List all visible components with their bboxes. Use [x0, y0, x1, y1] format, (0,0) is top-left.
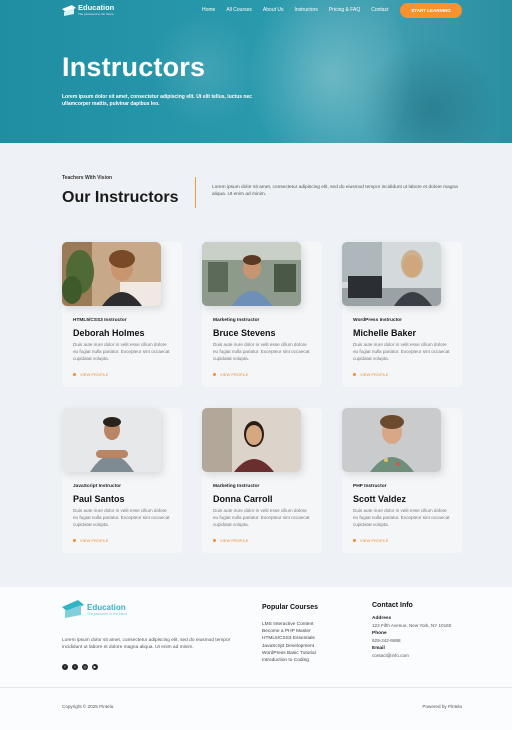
instructor-photo: [202, 408, 301, 472]
bullet-icon: [353, 539, 356, 542]
instructor-role: Marketing Instructor: [213, 318, 260, 323]
footer-brand-tagline: The password to the future: [87, 611, 128, 616]
course-link[interactable]: Become a PHP Master: [262, 628, 316, 635]
hero-banner: Education The password to the future Hom…: [0, 0, 512, 143]
instructor-bio: Duis aute irure dolor in velit esse cill…: [73, 342, 170, 361]
instructor-card: Marketing Instructor Bruce Stevens Duis …: [202, 242, 322, 387]
instagram-icon[interactable]: ◎: [82, 664, 88, 670]
site-footer: Education The password to the future Lor…: [0, 587, 512, 730]
nav-link-contact[interactable]: Contact: [371, 7, 388, 13]
course-link[interactable]: JavaScript Development: [262, 643, 316, 650]
page-title: Instructors: [62, 52, 206, 82]
view-profile-label: VIEW PROFILE: [220, 538, 249, 543]
phone-value[interactable]: 929-242-6868: [372, 638, 451, 645]
course-link[interactable]: HTML5/CSS3 Essentials: [262, 635, 316, 642]
popular-courses-title: Popular Courses: [262, 604, 319, 611]
nav-link-home[interactable]: Home: [202, 7, 215, 13]
view-profile-link[interactable]: VIEW PROFILE: [213, 372, 248, 377]
instructor-name: Donna Carroll: [213, 494, 273, 504]
section-description: Lorem ipsum dolor sit amet, consectetur …: [212, 185, 458, 197]
brand-name: Education: [78, 3, 115, 12]
top-nav: Education The password to the future Hom…: [0, 0, 512, 22]
view-profile-link[interactable]: VIEW PROFILE: [73, 372, 108, 377]
divider-line: [195, 177, 196, 208]
view-profile-link[interactable]: VIEW PROFILE: [353, 372, 388, 377]
instructor-card: WordPress Instructor Michelle Baker Duis…: [342, 242, 462, 387]
bullet-icon: [213, 373, 216, 376]
instructor-photo: [342, 242, 441, 306]
view-profile-label: VIEW PROFILE: [80, 538, 109, 543]
section-kicker: Teachers With Vision: [62, 175, 113, 181]
logo-mark-icon: [62, 600, 84, 618]
instructor-bio: Duis aute irure dolor in velit esse cill…: [213, 342, 310, 361]
site-logo[interactable]: Education The password to the future: [62, 4, 114, 16]
view-profile-link[interactable]: VIEW PROFILE: [213, 538, 248, 543]
instructor-photo: [202, 242, 301, 306]
course-link[interactable]: WordPress Basic Tutorial: [262, 650, 316, 657]
bullet-icon: [73, 539, 76, 542]
instructor-bio: Duis aute irure dolor in velit esse cill…: [73, 508, 170, 527]
section-title: Our Instructors: [62, 189, 179, 206]
instructor-card: JavaScript Instructor Paul Santos Duis a…: [62, 408, 182, 553]
nav-link-all-courses[interactable]: All Courses: [226, 7, 252, 13]
instructor-card: PHP Instructor Scott Valdez Duis aute ir…: [342, 408, 462, 553]
instructor-role: Marketing Instructor: [213, 484, 260, 489]
view-profile-label: VIEW PROFILE: [360, 538, 389, 543]
nav-link-about-us[interactable]: About Us: [263, 7, 284, 13]
instructor-name: Deborah Holmes: [73, 328, 145, 338]
footer-description: Lorem ipsum dolor sit amet, consectetur …: [62, 638, 231, 650]
view-profile-link[interactable]: VIEW PROFILE: [73, 538, 108, 543]
footer-logo[interactable]: Education The password to the future: [62, 600, 127, 618]
bullet-icon: [73, 373, 76, 376]
contact-info: Address 123 Fifth Avenue, New York, NY 1…: [372, 616, 451, 661]
instructor-photo: [62, 408, 161, 472]
instructor-name: Paul Santos: [73, 494, 125, 504]
view-profile-link[interactable]: VIEW PROFILE: [353, 538, 388, 543]
popular-courses-list: LMS Interactive Content Become a PHP Mas…: [262, 621, 316, 664]
logo-mark-icon: [62, 4, 76, 16]
contact-info-title: Contact Info: [372, 602, 413, 609]
instructor-photo: [62, 242, 161, 306]
youtube-icon[interactable]: ▶: [92, 664, 98, 670]
instructor-card: HTML5/CSS3 Instructor Deborah Holmes Dui…: [62, 242, 182, 387]
facebook-icon[interactable]: f: [62, 664, 68, 670]
instructor-role: JavaScript Instructor: [73, 484, 121, 489]
twitter-icon[interactable]: t: [72, 664, 78, 670]
instructor-name: Bruce Stevens: [213, 328, 276, 338]
hero-subtitle: Lorem ipsum dolor sit amet, consectetur …: [62, 94, 253, 107]
instructor-role: WordPress Instructor: [353, 318, 402, 323]
course-link[interactable]: LMS Interactive Content: [262, 621, 316, 628]
view-profile-label: VIEW PROFILE: [360, 372, 389, 377]
course-link[interactable]: Introduction to Coding: [262, 657, 316, 664]
instructor-role: HTML5/CSS3 Instructor: [73, 318, 127, 323]
brand-tagline: The password to the future: [78, 12, 114, 16]
nav-link-pricing-faq[interactable]: Pricing & FAQ: [329, 7, 360, 13]
powered-by-text: Powered by Pintela: [422, 704, 462, 709]
footer-divider: [0, 687, 512, 688]
footer-brand-name: Education: [87, 602, 126, 612]
social-links: f t ◎ ▶: [62, 664, 102, 670]
instructor-name: Michelle Baker: [353, 328, 417, 338]
instructor-card: Marketing Instructor Donna Carroll Duis …: [202, 408, 322, 553]
nav-link-instructors[interactable]: Instructors: [295, 7, 318, 13]
view-profile-label: VIEW PROFILE: [80, 372, 109, 377]
start-learning-button[interactable]: START LEARNING: [400, 3, 462, 18]
bullet-icon: [213, 539, 216, 542]
copyright-text: Copyright © 2025 Pintela: [62, 704, 114, 709]
instructor-role: PHP Instructor: [353, 484, 387, 489]
instructor-photo: [342, 408, 441, 472]
instructor-bio: Duis aute irure dolor in velit esse cill…: [353, 508, 450, 527]
address-value: 123 Fifth Avenue, New York, NY 10160: [372, 622, 452, 628]
instructor-bio: Duis aute irure dolor in velit esse cill…: [353, 342, 450, 361]
main-menu: Home All Courses About Us Instructors Pr…: [202, 7, 399, 13]
email-value[interactable]: contact@info.com: [372, 653, 451, 660]
view-profile-label: VIEW PROFILE: [220, 372, 249, 377]
instructor-bio: Duis aute irure dolor in velit esse cill…: [213, 508, 310, 527]
instructor-name: Scott Valdez: [353, 494, 407, 504]
bullet-icon: [353, 373, 356, 376]
